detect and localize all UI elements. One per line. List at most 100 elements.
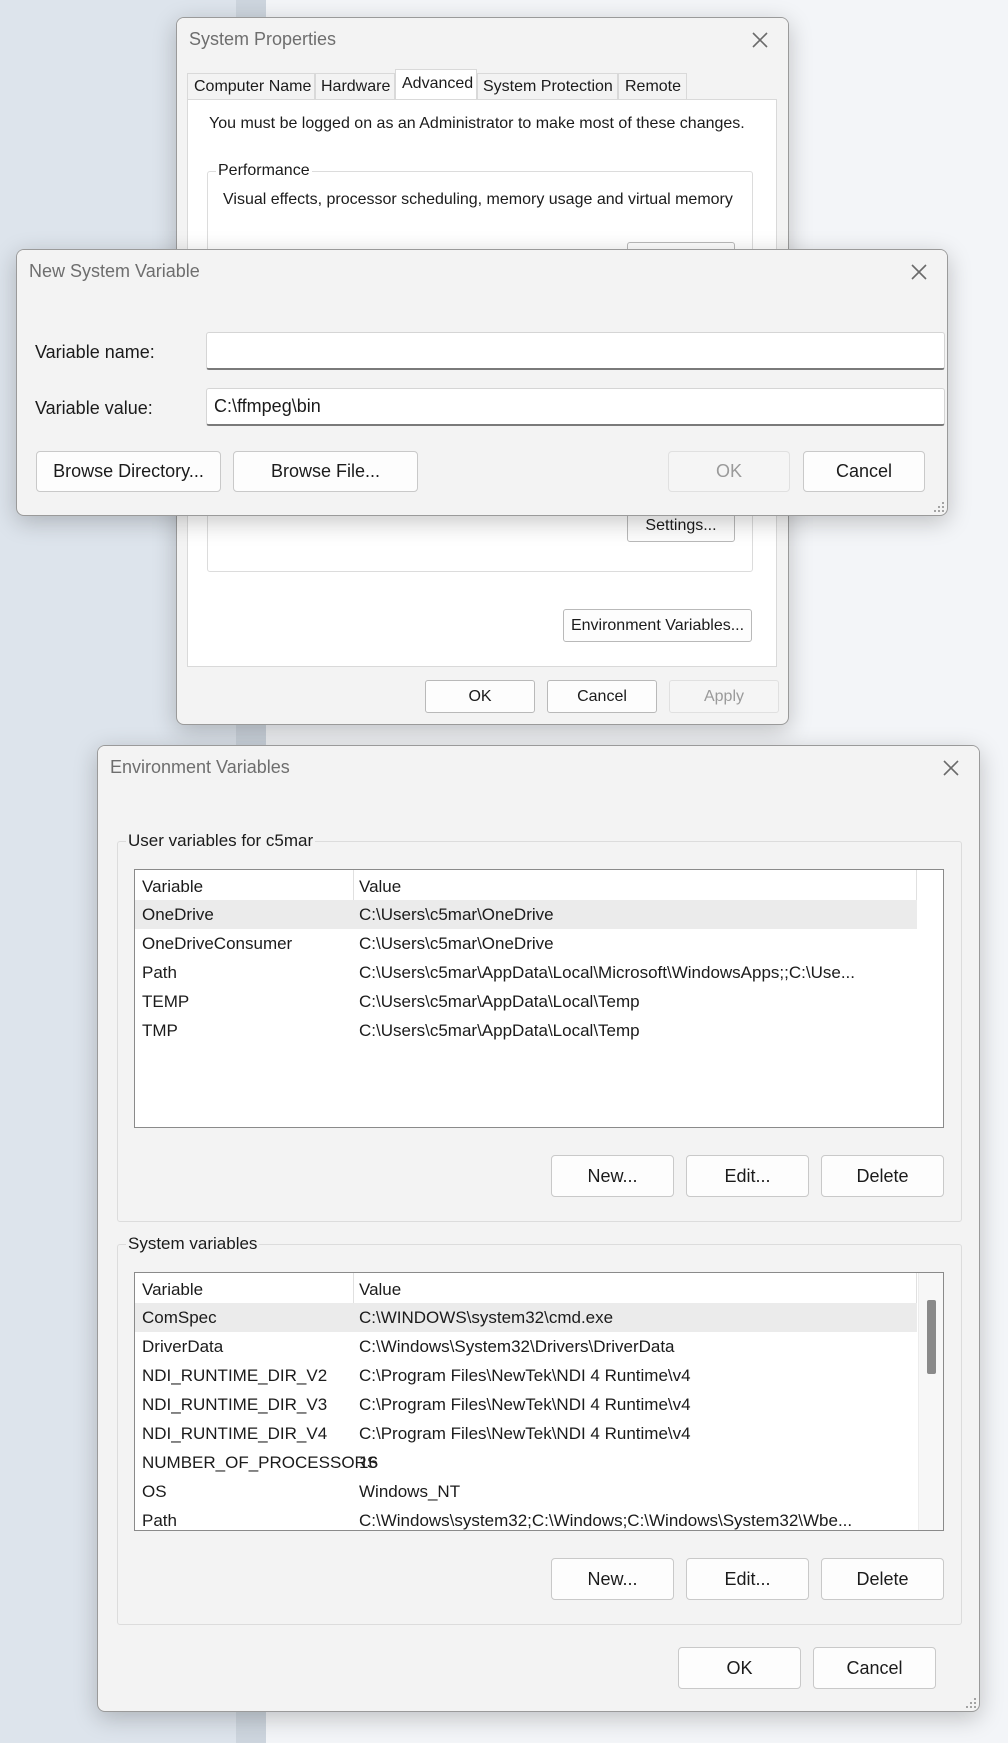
system-properties-title: System Properties	[189, 29, 337, 49]
column-separator-end	[916, 870, 917, 900]
system-variables-group: System variables Variable Value ComSpec …	[117, 1234, 962, 1625]
row-variable: DriverData	[142, 1337, 224, 1356]
browse-directory-button[interactable]: Browse Directory...	[36, 451, 221, 492]
column-header-variable[interactable]: Variable	[142, 877, 203, 897]
system-new-button[interactable]: New...	[551, 1558, 674, 1600]
row-value: C:\Users\c5mar\AppData\Local\Temp	[359, 992, 640, 1011]
system-properties-cancel-button[interactable]: Cancel	[547, 680, 657, 713]
user-delete-button[interactable]: Delete	[821, 1155, 944, 1197]
env-vars-ok-button[interactable]: OK	[678, 1647, 801, 1689]
row-value: C:\Users\c5mar\OneDrive	[359, 934, 554, 953]
user-new-button[interactable]: New...	[551, 1155, 674, 1197]
env-vars-title: Environment Variables	[110, 757, 290, 777]
environment-variables-button[interactable]: Environment Variables...	[563, 609, 752, 642]
user-variables-legend: User variables for c5mar	[126, 831, 316, 851]
table-row[interactable]: ComSpec C:\WINDOWS\system32\cmd.exe	[135, 1303, 917, 1332]
new-variable-titlebar: New System Variable	[17, 250, 947, 294]
user-variables-list[interactable]: Variable Value OneDrive C:\Users\c5mar\O…	[134, 869, 944, 1128]
column-separator	[353, 870, 354, 900]
column-header-value[interactable]: Value	[359, 1280, 401, 1300]
tab-system-protection-label: System Protection	[483, 78, 613, 95]
tab-system-protection[interactable]: System Protection	[477, 73, 618, 99]
column-header-value[interactable]: Value	[359, 877, 401, 897]
close-icon[interactable]	[905, 258, 933, 286]
system-edit-button[interactable]: Edit...	[686, 1558, 809, 1600]
table-row[interactable]: Path C:\Windows\system32;C:\Windows;C:\W…	[135, 1506, 943, 1530]
row-variable: OneDrive	[142, 905, 214, 924]
system-properties-ok-button[interactable]: OK	[425, 680, 535, 713]
row-value: C:\Windows\system32;C:\Windows;C:\Window…	[359, 1511, 853, 1530]
performance-legend: Performance	[216, 162, 312, 180]
table-row[interactable]: NDI_RUNTIME_DIR_V2 C:\Program Files\NewT…	[135, 1361, 943, 1390]
row-value: C:\WINDOWS\system32\cmd.exe	[359, 1308, 614, 1327]
row-value: C:\Users\c5mar\AppData\Local\Temp	[359, 1021, 640, 1040]
new-variable-title: New System Variable	[29, 261, 200, 281]
row-variable: ComSpec	[142, 1308, 217, 1327]
resize-grip-icon[interactable]	[931, 499, 945, 513]
system-variables-legend: System variables	[126, 1234, 260, 1254]
close-icon[interactable]	[746, 26, 774, 54]
table-row[interactable]: NDI_RUNTIME_DIR_V4 C:\Program Files\NewT…	[135, 1419, 943, 1448]
system-variables-list[interactable]: Variable Value ComSpec C:\WINDOWS\system…	[134, 1272, 944, 1531]
tab-hardware-label: Hardware	[321, 78, 391, 95]
table-row[interactable]: NDI_RUNTIME_DIR_V3 C:\Program Files\NewT…	[135, 1390, 943, 1419]
new-system-variable-dialog: New System Variable Variable name: Varia…	[16, 249, 948, 516]
table-row[interactable]: TEMP C:\Users\c5mar\AppData\Local\Temp	[135, 987, 943, 1016]
row-variable: NUMBER_OF_PROCESSORS	[142, 1453, 379, 1472]
column-header-variable[interactable]: Variable	[142, 1280, 203, 1300]
tab-advanced-label: Advanced	[402, 75, 474, 92]
env-vars-cancel-button[interactable]: Cancel	[813, 1647, 936, 1689]
row-variable: TMP	[142, 1021, 178, 1040]
system-properties-titlebar: System Properties	[177, 18, 788, 62]
row-value: C:\Windows\System32\Drivers\DriverData	[359, 1337, 675, 1356]
table-row[interactable]: OS Windows_NT	[135, 1477, 943, 1506]
tab-remote-label: Remote	[625, 78, 682, 95]
row-variable: NDI_RUNTIME_DIR_V4	[142, 1424, 328, 1443]
row-variable: OneDriveConsumer	[142, 934, 293, 953]
table-row[interactable]: DriverData C:\Windows\System32\Drivers\D…	[135, 1332, 943, 1361]
tab-remote[interactable]: Remote	[618, 73, 687, 99]
row-variable: Path	[142, 963, 177, 982]
table-row[interactable]: TMP C:\Users\c5mar\AppData\Local\Temp	[135, 1016, 943, 1045]
column-separator	[353, 1273, 354, 1303]
row-variable: TEMP	[142, 992, 190, 1011]
row-value: C:\Program Files\NewTek\NDI 4 Runtime\v4	[359, 1424, 691, 1443]
new-variable-ok-button: OK	[668, 451, 790, 492]
row-value: C:\Users\c5mar\OneDrive	[359, 905, 554, 924]
row-variable: OS	[142, 1482, 167, 1501]
system-list-scrollbar[interactable]	[918, 1273, 943, 1530]
env-vars-titlebar: Environment Variables	[98, 746, 979, 790]
variable-value-label: Variable value:	[35, 398, 153, 418]
variable-value-input[interactable]	[206, 388, 945, 426]
user-list-header: Variable Value	[135, 870, 943, 900]
row-variable: Path	[142, 1511, 177, 1530]
table-row[interactable]: Path C:\Users\c5mar\AppData\Local\Micros…	[135, 958, 943, 987]
new-variable-cancel-button[interactable]: Cancel	[803, 451, 925, 492]
column-separator-end	[916, 1273, 917, 1303]
performance-description: Visual effects, processor scheduling, me…	[223, 191, 733, 208]
system-properties-apply-button: Apply	[669, 680, 779, 713]
tab-computer-name[interactable]: Computer Name	[187, 73, 315, 99]
row-value: Windows_NT	[359, 1482, 461, 1501]
table-row[interactable]: OneDrive C:\Users\c5mar\OneDrive	[135, 900, 917, 929]
tab-hardware[interactable]: Hardware	[315, 73, 395, 99]
environment-variables-window: Environment Variables User variables for…	[97, 745, 980, 1712]
table-row[interactable]: OneDriveConsumer C:\Users\c5mar\OneDrive	[135, 929, 943, 958]
variable-name-label: Variable name:	[35, 342, 155, 362]
row-value: 16	[359, 1453, 378, 1472]
user-edit-button[interactable]: Edit...	[686, 1155, 809, 1197]
table-row[interactable]: NUMBER_OF_PROCESSORS 16	[135, 1448, 943, 1477]
variable-name-input[interactable]	[206, 332, 945, 370]
system-list-header: Variable Value	[135, 1273, 943, 1303]
row-variable: NDI_RUNTIME_DIR_V2	[142, 1366, 328, 1385]
close-icon[interactable]	[937, 754, 965, 782]
system-delete-button[interactable]: Delete	[821, 1558, 944, 1600]
admin-note: You must be logged on as an Administrato…	[209, 115, 745, 132]
tab-advanced[interactable]: Advanced	[395, 69, 477, 100]
row-value: C:\Program Files\NewTek\NDI 4 Runtime\v4	[359, 1395, 691, 1414]
row-value: C:\Users\c5mar\AppData\Local\Microsoft\W…	[359, 963, 855, 982]
scrollbar-thumb[interactable]	[927, 1300, 936, 1374]
resize-grip-icon[interactable]	[963, 1695, 977, 1709]
browse-file-button[interactable]: Browse File...	[233, 451, 418, 492]
row-variable: NDI_RUNTIME_DIR_V3	[142, 1395, 328, 1414]
